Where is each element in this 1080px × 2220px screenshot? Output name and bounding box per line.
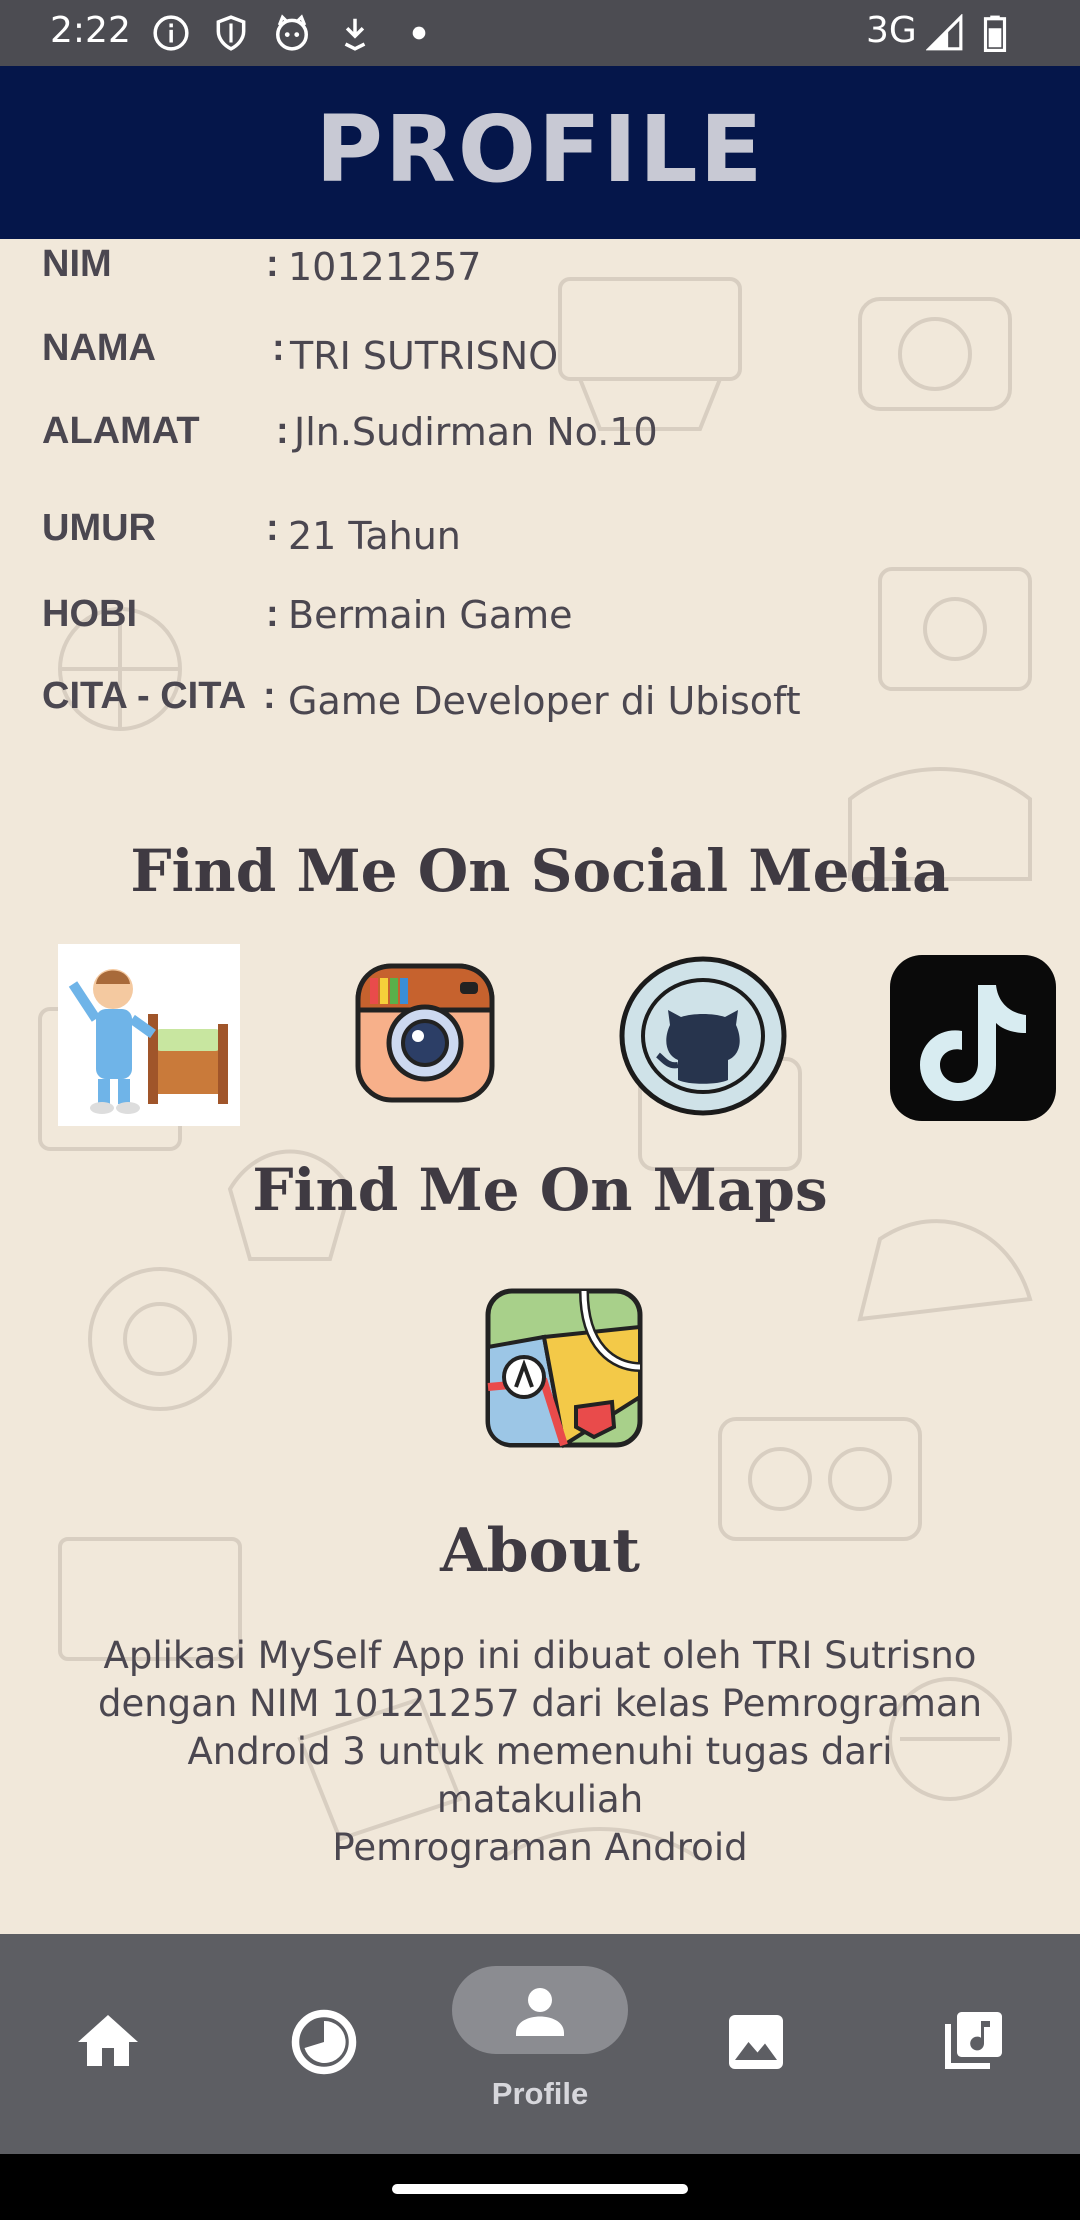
page-title: PROFILE bbox=[315, 96, 765, 203]
battery-icon bbox=[983, 15, 1007, 52]
shield-icon bbox=[216, 15, 246, 51]
hobi-colon: : bbox=[266, 593, 279, 635]
maps-heading: Find Me On Maps bbox=[252, 1156, 828, 1224]
nav-profile-indicator[interactable] bbox=[452, 1966, 628, 2054]
nama-label: NAMA bbox=[42, 327, 156, 369]
about-line-2: dengan NIM 10121257 dari kelas Pemrogram… bbox=[97, 1682, 983, 1725]
clock-icon bbox=[291, 2009, 357, 2075]
alamat-label: ALAMAT bbox=[42, 410, 200, 452]
about-text: Aplikasi MySelf App ini dibuat oleh TRI … bbox=[90, 1632, 990, 1872]
umur-colon: : bbox=[266, 507, 279, 549]
nav-profile-label: Profile bbox=[491, 2076, 589, 2111]
nim-colon: : bbox=[266, 243, 279, 285]
tiktok-icon[interactable] bbox=[890, 955, 1056, 1121]
nim-value: 10121257 bbox=[288, 245, 482, 289]
about-heading: About bbox=[440, 1516, 640, 1586]
sleeping-boy-icon[interactable] bbox=[58, 944, 240, 1126]
signal-icon bbox=[926, 14, 963, 51]
home-handle[interactable] bbox=[392, 2184, 688, 2194]
umur-value: 21 Tahun bbox=[288, 514, 461, 558]
nav-clock[interactable] bbox=[216, 1934, 432, 2154]
github-icon[interactable] bbox=[618, 955, 788, 1117]
map-icon[interactable] bbox=[484, 1287, 644, 1449]
about-line-4: Pemrograman Android bbox=[332, 1826, 748, 1869]
instagram-icon[interactable] bbox=[352, 960, 498, 1106]
hobi-label: HOBI bbox=[42, 593, 137, 635]
umur-label: UMUR bbox=[42, 507, 156, 549]
nav-gallery[interactable] bbox=[648, 1934, 864, 2154]
status-time: 2:22 bbox=[50, 10, 131, 51]
cita-label: CITA - CITA bbox=[42, 675, 247, 717]
dot-icon bbox=[412, 26, 426, 40]
network-type: 3G bbox=[866, 10, 917, 51]
profile-content[interactable]: NIM : 10121257 NAMA : TRI SUTRISNO ALAMA… bbox=[0, 239, 1080, 1934]
nav-home[interactable] bbox=[0, 1934, 216, 2154]
gesture-bar bbox=[0, 2154, 1080, 2220]
info-icon bbox=[153, 15, 189, 51]
nav-music[interactable] bbox=[864, 1934, 1080, 2154]
alamat-colon: : bbox=[276, 410, 289, 452]
image-icon bbox=[729, 2015, 783, 2069]
app-bar: PROFILE bbox=[0, 66, 1080, 239]
about-line-1: Aplikasi MySelf App ini dibuat oleh TRI … bbox=[103, 1634, 977, 1677]
hobi-value: Bermain Game bbox=[288, 593, 573, 637]
music-library-icon bbox=[945, 2012, 1002, 2069]
nim-label: NIM bbox=[42, 243, 112, 285]
about-line-3: Android 3 untuk memenuhi tugas dari mata… bbox=[187, 1730, 893, 1821]
download-icon bbox=[344, 18, 366, 51]
cat-icon bbox=[276, 14, 308, 51]
status-bar: 2:22 3G bbox=[0, 0, 1080, 66]
nama-value: TRI SUTRISNO bbox=[290, 334, 559, 378]
nama-colon: : bbox=[272, 327, 285, 369]
cita-value: Game Developer di Ubisoft bbox=[288, 679, 801, 723]
cita-colon: : bbox=[263, 675, 276, 717]
person-icon bbox=[516, 1988, 564, 2036]
social-heading: Find Me On Social Media bbox=[130, 837, 950, 905]
alamat-value: Jln.Sudirman No.10 bbox=[294, 410, 658, 454]
home-icon bbox=[78, 2015, 138, 2066]
